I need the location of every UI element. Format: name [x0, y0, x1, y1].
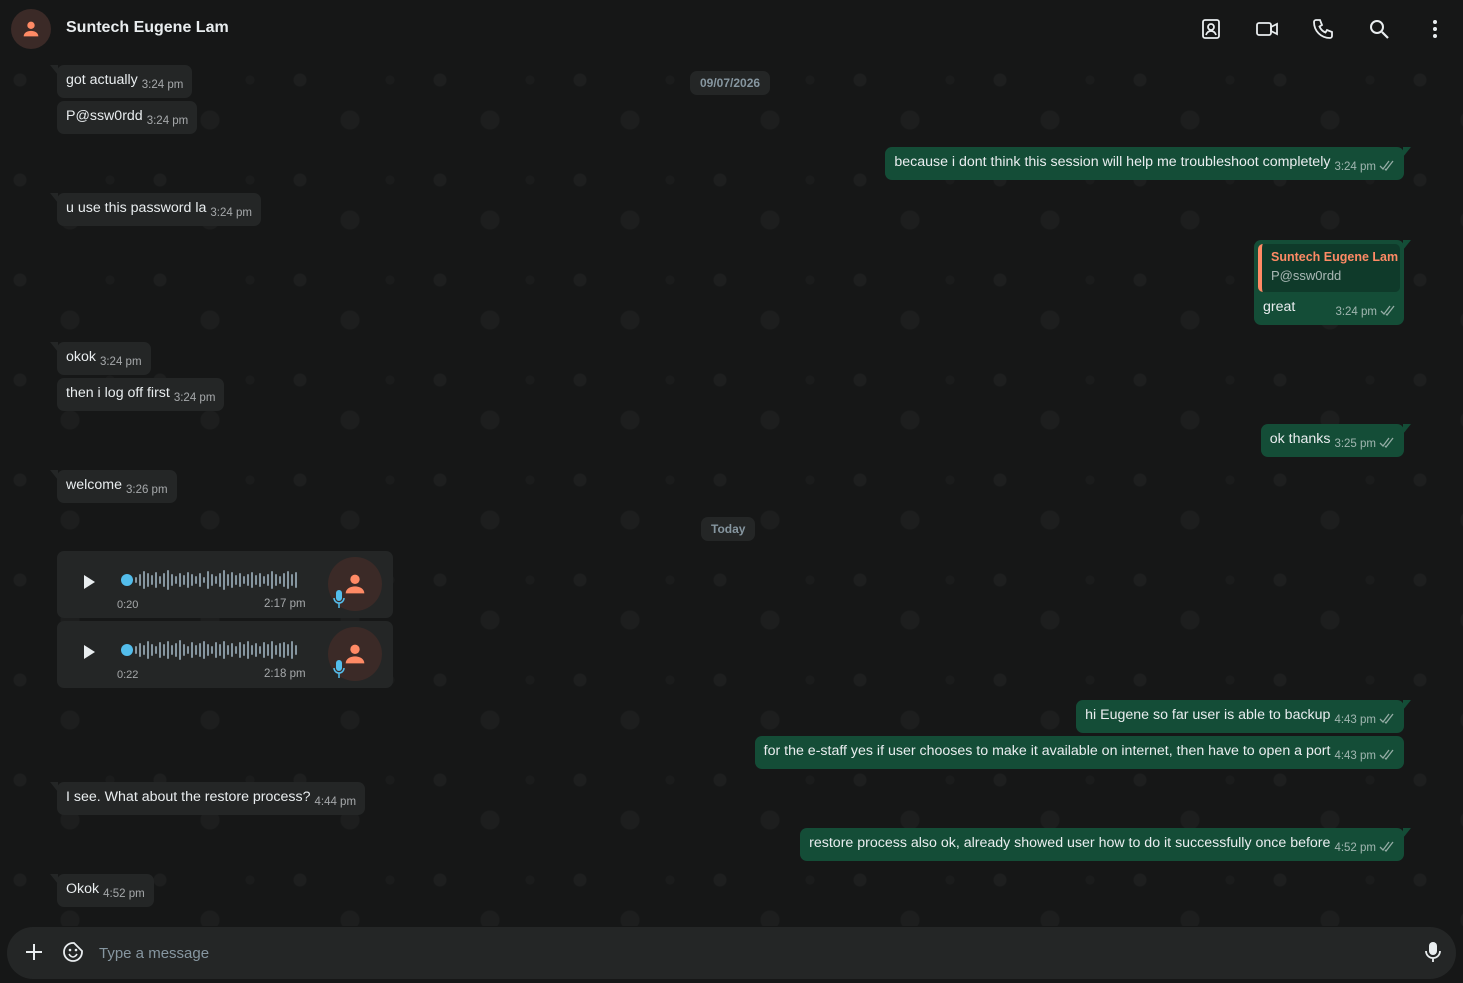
quoted-message[interactable]: Suntech Eugene Lam P@ssw0rdd: [1258, 244, 1400, 292]
message-time: 2:18 pm: [264, 668, 306, 680]
contact-avatar[interactable]: [11, 9, 51, 49]
message-time: 3:24 pm: [1334, 161, 1376, 173]
outgoing-message[interactable]: because i dont think this session will h…: [885, 147, 1411, 180]
playback-scrubber[interactable]: [121, 644, 133, 656]
incoming-message[interactable]: welcome 3:26 pm: [50, 470, 177, 503]
mic-icon: [333, 660, 345, 678]
more-options-icon[interactable]: [1423, 17, 1447, 41]
mic-icon: [333, 590, 345, 608]
message-time: 3:24 pm: [99, 356, 142, 368]
read-ticks-icon: [1380, 303, 1396, 322]
outgoing-message[interactable]: hi Eugene so far user is able to backup 4…: [1076, 700, 1411, 733]
date-separator: Today: [701, 517, 756, 541]
voice-message[interactable]: 0:20 2:17 pm: [57, 551, 393, 618]
message-text: got actually: [66, 72, 138, 88]
read-ticks-icon: [1379, 435, 1395, 454]
message-time: 4:52 pm: [103, 888, 145, 900]
message-text: ok thanks: [1269, 431, 1331, 447]
play-icon[interactable]: [79, 571, 99, 593]
message-time: 3:26 pm: [125, 484, 168, 496]
message-text: P@ssw0rdd: [66, 108, 143, 124]
outgoing-message[interactable]: ok thanks 3:25 pm: [1260, 424, 1412, 457]
message-time: 3:24 pm: [141, 79, 184, 91]
date-separator: 09/07/2026: [690, 71, 771, 95]
voice-message[interactable]: 0:22 2:18 pm: [57, 621, 393, 688]
contacts-icon[interactable]: [1199, 17, 1223, 41]
message-text: Okok: [66, 881, 100, 897]
search-icon[interactable]: [1367, 17, 1391, 41]
message-text: great: [1263, 299, 1296, 315]
message-time: 4:52 pm: [1334, 842, 1376, 854]
quote-text: P@ssw0rdd: [1271, 268, 1342, 283]
incoming-message[interactable]: P@ssw0rdd 3:24 pm: [57, 101, 198, 134]
incoming-message[interactable]: then i log off first 3:24 pm: [57, 378, 225, 411]
message-time: 3:24 pm: [210, 207, 252, 219]
sticker-emoji-icon[interactable]: [61, 940, 85, 964]
contact-name[interactable]: Suntech Eugene Lam: [66, 19, 229, 37]
voice-call-icon[interactable]: [1311, 17, 1335, 41]
read-ticks-icon: [1379, 747, 1395, 766]
attach-plus-icon[interactable]: [23, 941, 45, 963]
message-text: I see. What about the restore process?: [66, 789, 311, 805]
incoming-message[interactable]: u use this password la 3:24 pm: [50, 193, 261, 226]
playback-scrubber[interactable]: [121, 574, 133, 586]
video-call-icon[interactable]: [1255, 17, 1279, 41]
message-composer: [7, 927, 1456, 979]
message-time: 3:24 pm: [173, 392, 216, 404]
message-time: 3:25 pm: [1334, 438, 1376, 450]
message-text: restore process also ok, already showed …: [809, 835, 1331, 851]
message-text: then i log off first: [66, 385, 170, 401]
person-icon: [23, 21, 39, 37]
outgoing-message[interactable]: for the e-staff yes if user chooses to m…: [754, 736, 1404, 769]
message-text: okok: [66, 349, 96, 365]
outgoing-message[interactable]: restore process also ok, already showed …: [800, 828, 1411, 861]
incoming-message[interactable]: I see. What about the restore process? 4:…: [49, 782, 366, 815]
message-text: hi Eugene so far user is able to backup: [1085, 707, 1331, 723]
message-time: 4:43 pm: [1334, 750, 1376, 762]
quote-author: Suntech Eugene Lam: [1271, 250, 1399, 264]
waveform[interactable]: [133, 639, 303, 661]
message-time: 3:24 pm: [1335, 306, 1377, 318]
waveform[interactable]: [133, 569, 303, 591]
incoming-message[interactable]: got actually 3:24 pm: [49, 65, 193, 98]
voice-duration: 0:22: [117, 669, 139, 681]
incoming-message[interactable]: okok 3:24 pm: [50, 342, 151, 375]
message-text: because i dont think this session will h…: [894, 154, 1331, 170]
voice-record-mic-icon[interactable]: [1423, 940, 1443, 964]
voice-duration: 0:20: [117, 599, 139, 611]
message-text: u use this password la: [66, 200, 207, 216]
message-text: welcome: [66, 477, 122, 493]
message-input[interactable]: [99, 941, 1399, 965]
read-ticks-icon: [1379, 158, 1395, 177]
message-time: 4:44 pm: [314, 796, 357, 808]
read-ticks-icon: [1379, 839, 1395, 858]
read-ticks-icon: [1379, 711, 1395, 730]
chat-header: Suntech Eugene Lam: [0, 0, 1463, 60]
message-list[interactable]: 09/07/2026 got actually 3:24 pm P@ssw0rdd…: [0, 60, 1463, 926]
incoming-message[interactable]: Okok 4:52 pm: [50, 874, 154, 907]
message-time: 4:43 pm: [1334, 714, 1376, 726]
message-text: for the e-staff yes if user chooses to m…: [763, 743, 1331, 759]
message-time: 3:24 pm: [146, 115, 189, 127]
outgoing-reply-message[interactable]: Suntech Eugene Lam P@ssw0rdd great 3:24 …: [1254, 240, 1411, 325]
play-icon[interactable]: [79, 641, 99, 663]
message-time: 2:17 pm: [264, 598, 306, 610]
